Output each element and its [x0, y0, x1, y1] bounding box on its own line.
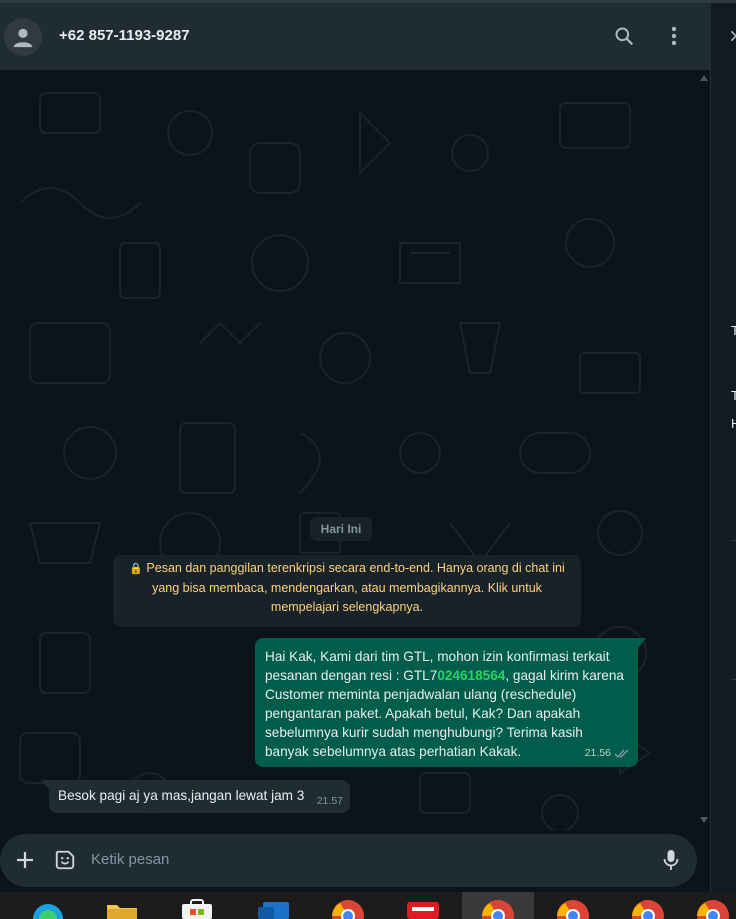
- right-panel: T T H: [710, 3, 736, 892]
- scroll-up-arrow[interactable]: [700, 75, 708, 81]
- search-icon: [615, 27, 634, 46]
- panel-text: T: [731, 388, 736, 403]
- message-time: 21.56: [584, 747, 611, 759]
- chat-wallpaper: [19, 92, 652, 832]
- encryption-notice[interactable]: 🔒 Pesan dan panggilan terenkripsi secara…: [113, 555, 581, 627]
- search-button[interactable]: [610, 22, 638, 50]
- taskbar-chrome[interactable]: [690, 892, 736, 919]
- sticker-icon: [55, 850, 75, 870]
- date-divider: Hari Ini: [310, 517, 372, 541]
- avatar[interactable]: [4, 18, 42, 56]
- tracking-number[interactable]: 024618564: [437, 668, 505, 683]
- panel-text: T: [731, 323, 736, 338]
- taskbar-store[interactable]: [167, 892, 227, 919]
- chrome-icon: [482, 900, 514, 919]
- edge-icon: [33, 904, 63, 919]
- red-app-icon: [407, 902, 439, 919]
- chrome-icon: [632, 900, 664, 919]
- taskbar-app-red[interactable]: [393, 892, 453, 919]
- store-icon: [182, 899, 212, 919]
- double-check-icon: [614, 749, 629, 758]
- os-taskbar: [0, 892, 736, 919]
- divider: [731, 540, 736, 541]
- menu-icon: [671, 26, 677, 46]
- compose-bar: Ketik pesan: [0, 834, 697, 887]
- message-input[interactable]: Ketik pesan: [91, 851, 169, 868]
- taskbar-outlook[interactable]: [244, 892, 304, 919]
- lock-icon: 🔒: [129, 563, 143, 575]
- voice-button[interactable]: [658, 847, 684, 873]
- avatar-icon: [13, 28, 33, 48]
- message-text: Besok pagi aj ya mas,jangan lewat jam 3: [58, 788, 305, 803]
- divider: [731, 679, 736, 680]
- chat-panel: +62 857-1193-9287 Hari Ini 🔒 Pesan dan p…: [0, 3, 710, 892]
- attach-button[interactable]: [12, 847, 38, 873]
- taskbar-file-explorer[interactable]: [92, 892, 152, 919]
- scroll-down-arrow[interactable]: [700, 817, 708, 823]
- chrome-icon: [557, 900, 589, 919]
- chat-header: +62 857-1193-9287: [0, 3, 710, 70]
- taskbar-chrome[interactable]: [318, 892, 378, 919]
- taskbar-chrome[interactable]: [618, 892, 678, 919]
- chrome-icon: [332, 900, 364, 919]
- panel-text: H: [731, 416, 736, 431]
- message-text: Hai Kak, Kami dari tim GTL, mohon izin k…: [265, 649, 624, 759]
- outgoing-message[interactable]: Hai Kak, Kami dari tim GTL, mohon izin k…: [255, 638, 646, 767]
- encryption-notice-text: Pesan dan panggilan terenkripsi secara e…: [146, 561, 565, 614]
- menu-button[interactable]: [660, 22, 688, 50]
- close-icon[interactable]: [731, 31, 736, 41]
- folder-icon: [107, 905, 137, 919]
- taskbar-chrome[interactable]: [543, 892, 603, 919]
- mail-icon: [258, 902, 289, 919]
- incoming-message[interactable]: Besok pagi aj ya mas,jangan lewat jam 3 …: [41, 780, 350, 813]
- compose-area: Ketik pesan: [0, 830, 710, 892]
- taskbar-edge[interactable]: [18, 892, 78, 919]
- message-meta: 21.56: [585, 744, 630, 763]
- chrome-icon: [697, 900, 729, 919]
- contact-name[interactable]: +62 857-1193-9287: [59, 27, 190, 44]
- microphone-icon: [663, 850, 679, 870]
- message-time: 21.57: [316, 795, 343, 807]
- taskbar-chrome-active[interactable]: [462, 892, 534, 919]
- plus-icon: [17, 852, 33, 868]
- sticker-button[interactable]: [52, 847, 78, 873]
